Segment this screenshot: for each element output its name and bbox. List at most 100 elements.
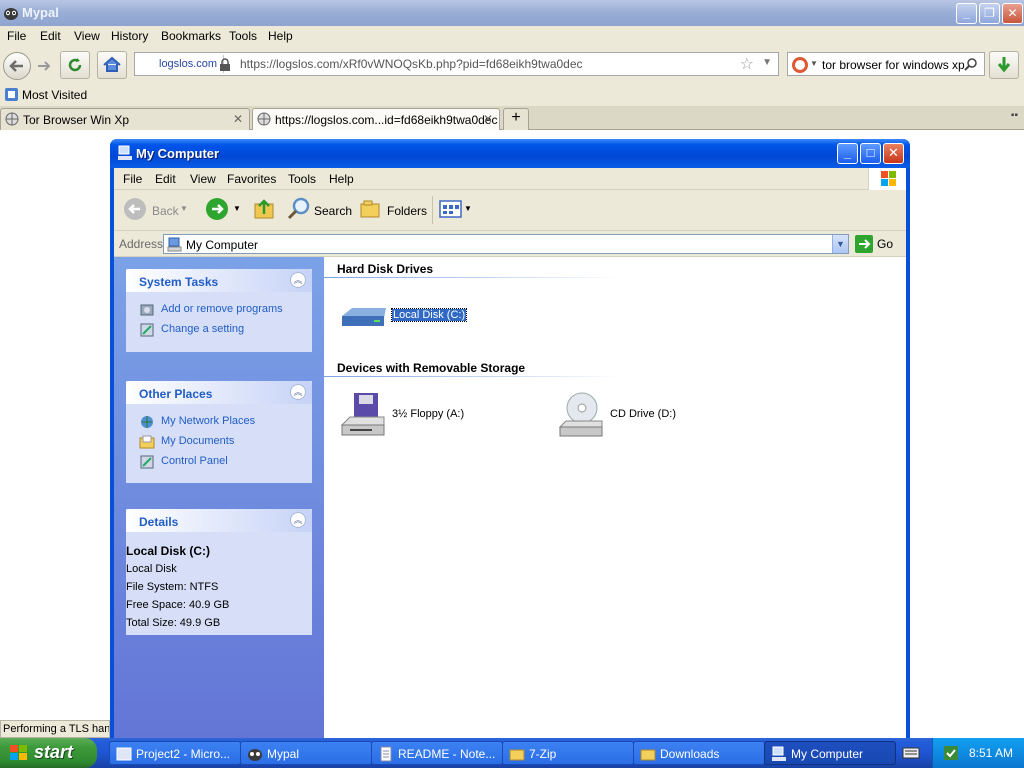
search-engine-dropdown-icon[interactable]: ▼	[810, 59, 818, 68]
search-engine-icon[interactable]	[791, 56, 809, 74]
browser-title: Mypal	[22, 5, 59, 20]
clock[interactable]: 8:51 AM	[969, 746, 1013, 760]
forward-arrow-icon[interactable]	[35, 57, 53, 75]
start-button[interactable]: start	[0, 738, 97, 768]
link-label: My Network Places	[161, 415, 256, 427]
tray-app-icon[interactable]	[943, 745, 959, 761]
tab-logslos[interactable]: https://logslos.com...id=fd68eikh9twa0de…	[252, 108, 500, 130]
change-setting-link[interactable]: Change a setting	[126, 320, 312, 340]
local-disk-c[interactable]: Local Disk (C:)	[340, 292, 480, 342]
views-button[interactable]: ▼	[438, 196, 472, 224]
add-remove-programs-link[interactable]: Add or remove programs	[126, 300, 312, 320]
folders-icon	[360, 200, 380, 218]
link-label: Change a setting	[161, 323, 245, 335]
tab-label: https://logslos.com...id=fd68eikh9twa0de…	[275, 113, 498, 127]
reload-icon	[68, 58, 82, 72]
browser-menu-view[interactable]: View	[74, 29, 100, 43]
tab-list-icon[interactable]: ▪▪	[1011, 110, 1018, 121]
browser-restore-button[interactable]: ❐	[979, 3, 1000, 24]
link-label: Add or remove programs	[161, 303, 283, 315]
window-minimize-button[interactable]: _	[837, 143, 858, 164]
forward-button[interactable]: ▼	[204, 196, 242, 224]
menu-tools[interactable]: Tools	[288, 172, 316, 186]
bookmark-star-icon[interactable]: ☆	[740, 54, 754, 74]
up-folder-button[interactable]	[251, 196, 277, 224]
menu-view[interactable]: View	[190, 172, 216, 186]
menu-help[interactable]: Help	[329, 172, 354, 186]
new-tab-button[interactable]: +	[503, 108, 529, 130]
browser-close-button[interactable]: ✕	[1002, 3, 1023, 24]
collapse-chevron-icon[interactable]: ︽	[290, 272, 306, 288]
task-label: 7-Zip	[529, 747, 557, 761]
drive-label: 3½ Floppy (A:)	[392, 408, 465, 420]
cd-drive-d[interactable]: CD Drive (D:)	[558, 391, 718, 441]
browser-menu-edit[interactable]: Edit	[40, 29, 61, 43]
reload-button[interactable]	[60, 51, 90, 79]
back-button[interactable]: Back ▼	[122, 196, 192, 224]
collapse-chevron-icon[interactable]: ︽	[290, 512, 306, 528]
download-arrow-icon	[997, 57, 1011, 73]
window-title-bar[interactable]: My Computer _ □ ✕	[110, 139, 910, 168]
search-icon[interactable]	[964, 57, 978, 71]
my-documents-link[interactable]: My Documents	[126, 432, 312, 452]
browser-menu-help[interactable]: Help	[268, 29, 293, 43]
search-label: Search	[314, 204, 353, 218]
details-file-system: File System: NTFS	[126, 581, 219, 593]
my-network-places-link[interactable]: My Network Places	[126, 412, 312, 432]
downloads-button[interactable]	[989, 51, 1019, 79]
browser-menu-tools[interactable]: Tools	[229, 29, 257, 43]
search-bar[interactable]: ▼ tor browser for windows xp	[787, 52, 985, 76]
folders-button[interactable]: Folders	[358, 196, 428, 224]
menu-edit[interactable]: Edit	[155, 172, 176, 186]
control-panel-link[interactable]: Control Panel	[126, 452, 312, 472]
tab-close-icon[interactable]: ✕	[233, 112, 243, 126]
window-close-button[interactable]: ✕	[883, 143, 904, 164]
home-button[interactable]	[97, 51, 127, 79]
system-tray: 8:51 AM	[932, 738, 1024, 768]
other-places-header[interactable]: Other Places ︽	[126, 381, 312, 404]
cd-drive-icon	[558, 392, 603, 437]
task-project2[interactable]: Project2 - Micro...	[109, 741, 241, 765]
menu-favorites[interactable]: Favorites	[227, 172, 276, 186]
menu-file[interactable]: File	[123, 172, 142, 186]
task-mypal[interactable]: Mypal	[240, 741, 372, 765]
taskbar: start Project2 - Micro... Mypal README -…	[0, 738, 1024, 768]
browser-minimize-button[interactable]: _	[956, 3, 977, 24]
browser-menu-bar: File Edit View History Bookmarks Tools H…	[0, 26, 1024, 46]
tab-close-icon[interactable]: ✕	[483, 112, 493, 126]
site-identity-button[interactable]: logslos.com	[137, 55, 225, 73]
task-downloads[interactable]: Downloads	[633, 741, 765, 765]
views-icon	[439, 200, 462, 218]
task-readme-notepad[interactable]: README - Note...	[371, 741, 503, 765]
url-dropdown-icon[interactable]: ▼	[762, 57, 772, 68]
back-dropdown-icon[interactable]: ▼	[180, 204, 188, 213]
floppy-drive-a[interactable]: 3½ Floppy (A:)	[340, 391, 500, 441]
details-title: Details	[139, 515, 179, 529]
search-button[interactable]: Search	[286, 196, 352, 224]
my-computer-window: My Computer _ □ ✕ File Edit View Favorit…	[110, 139, 910, 739]
details-header[interactable]: Details ︽	[126, 509, 312, 532]
browser-back-button[interactable]	[3, 52, 31, 80]
views-dropdown-icon[interactable]: ▼	[464, 204, 472, 213]
go-button[interactable]: Go	[853, 234, 903, 254]
window-maximize-button[interactable]: □	[860, 143, 881, 164]
my-documents-icon	[139, 435, 155, 449]
keyboard-language-icon[interactable]	[902, 745, 920, 761]
address-dropdown-icon[interactable]: ▼	[832, 235, 848, 253]
collapse-chevron-icon[interactable]: ︽	[290, 384, 306, 400]
browser-menu-history[interactable]: History	[111, 29, 148, 43]
url-bar[interactable]: logslos.com https://logslos.com/xRf0vWNO…	[134, 52, 779, 76]
details-drive-name: Local Disk (C:)	[126, 544, 211, 558]
folders-label: Folders	[387, 204, 428, 218]
task-my-computer[interactable]: My Computer	[764, 741, 896, 765]
system-tasks-title: System Tasks	[139, 275, 219, 289]
system-tasks-header[interactable]: System Tasks ︽	[126, 269, 312, 292]
tab-tor-browser[interactable]: Tor Browser Win Xp ✕	[0, 108, 250, 130]
most-visited-link[interactable]: Most Visited	[22, 88, 87, 102]
task-7zip[interactable]: 7-Zip	[502, 741, 634, 765]
forward-dropdown-icon[interactable]: ▼	[233, 204, 241, 213]
address-field[interactable]: My Computer ▼	[163, 234, 849, 254]
browser-menu-file[interactable]: File	[7, 29, 26, 43]
browser-menu-bookmarks[interactable]: Bookmarks	[161, 29, 221, 43]
back-arrow-icon	[9, 60, 23, 72]
